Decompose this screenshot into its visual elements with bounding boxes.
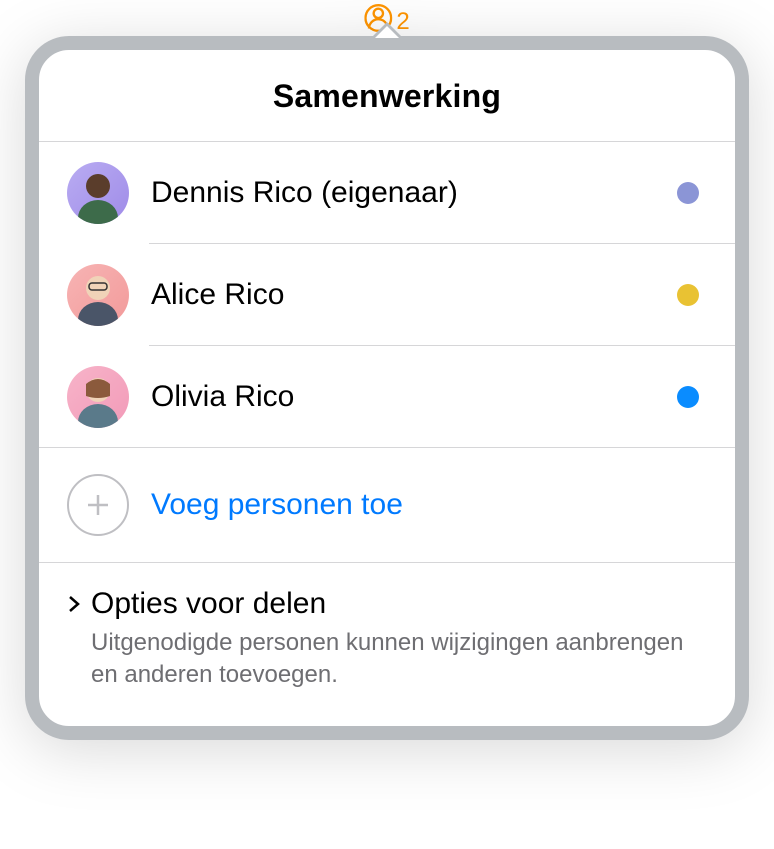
person-row[interactable]: Alice Rico [39, 244, 735, 346]
add-people-button[interactable]: Voeg personen toe [39, 448, 735, 563]
popover-header: Samenwerking [39, 50, 735, 142]
add-people-label: Voeg personen toe [151, 488, 403, 522]
person-name: Alice Rico [151, 278, 655, 312]
status-dot [677, 386, 699, 408]
status-dot [677, 182, 699, 204]
person-name: Olivia Rico [151, 380, 655, 414]
status-dot [677, 284, 699, 306]
share-options-button[interactable]: Opties voor delen Uitgenodigde personen … [39, 563, 735, 726]
person-row[interactable]: Olivia Rico [39, 346, 735, 448]
person-name: Dennis Rico (eigenaar) [151, 176, 655, 210]
popover-pointer [371, 22, 403, 38]
collaboration-popover: Samenwerking Dennis Rico (eigenaar) Alic… [25, 36, 749, 740]
avatar [67, 366, 129, 428]
avatar [67, 264, 129, 326]
popover-title: Samenwerking [39, 78, 735, 115]
share-options-description: Uitgenodigde personen kunnen wijzigingen… [91, 627, 699, 692]
person-row[interactable]: Dennis Rico (eigenaar) [39, 142, 735, 244]
chevron-right-icon [67, 594, 81, 614]
avatar [67, 162, 129, 224]
share-options-title: Opties voor delen [91, 587, 326, 621]
people-list: Dennis Rico (eigenaar) Alice Rico Olivia… [39, 142, 735, 448]
plus-icon [67, 474, 129, 536]
